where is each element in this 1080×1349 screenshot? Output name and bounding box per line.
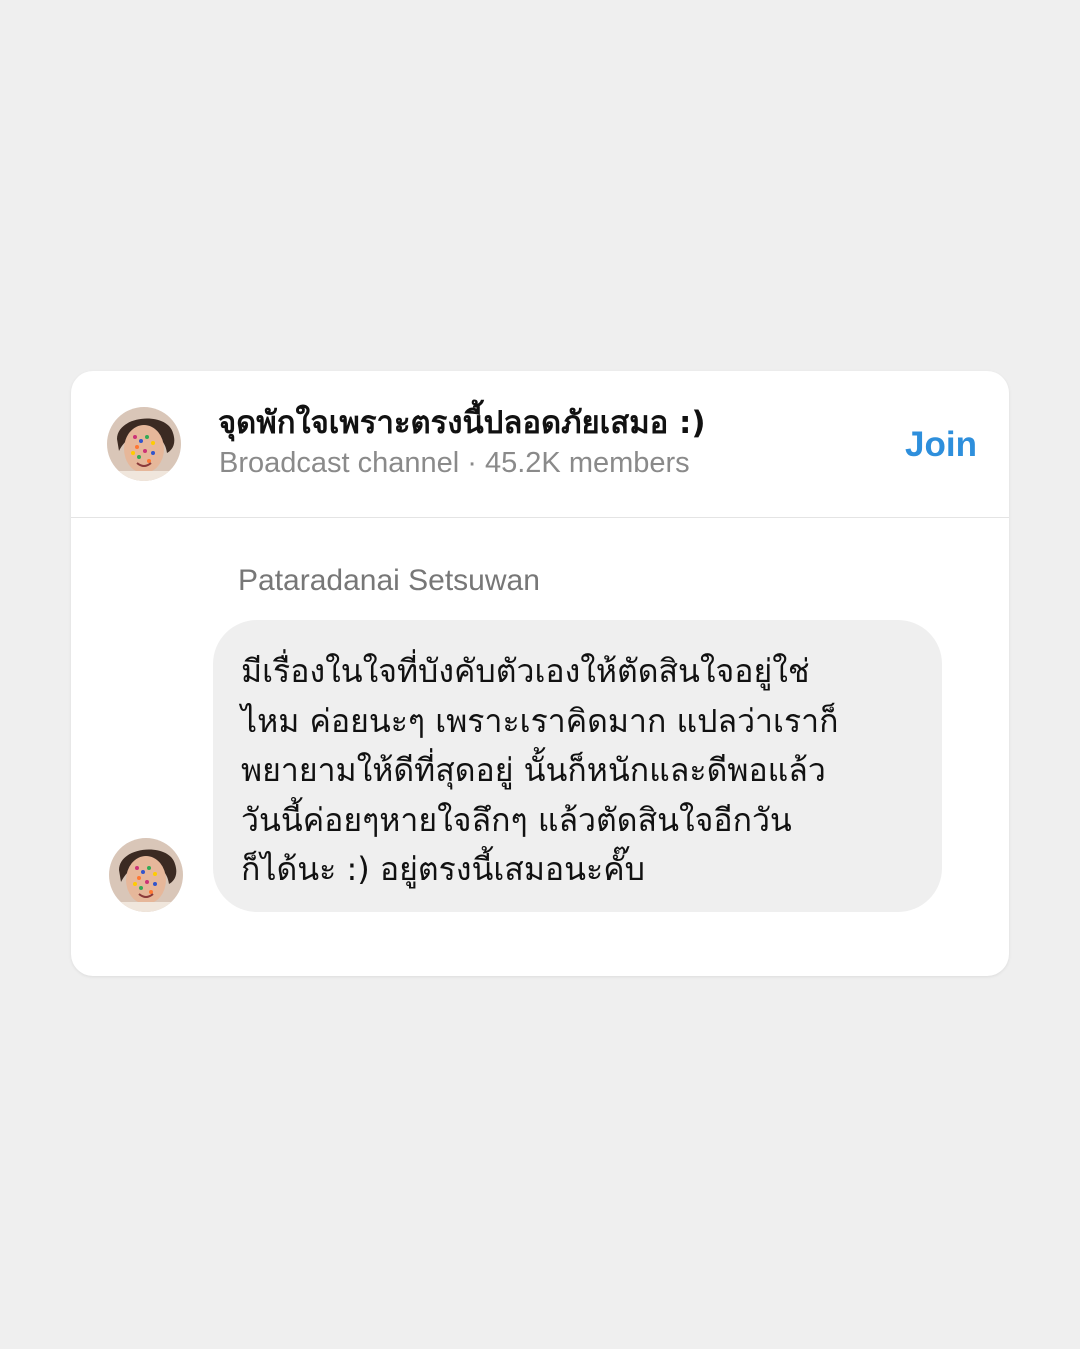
avatar-photo [107, 407, 181, 481]
join-button[interactable]: Join [905, 423, 977, 467]
message-avatar[interactable] [109, 838, 183, 912]
message-bubble[interactable]: มีเรื่องในใจที่บังคับตัวเองให้ตัดสินใจอย… [213, 620, 942, 912]
message-text: มีเรื่องในใจที่บังคับตัวเองให้ตัดสินใจอย… [241, 652, 839, 888]
sender-name: Pataradanai Setsuwan [238, 564, 540, 597]
avatar-photo [109, 838, 183, 912]
channel-title: จุดพักใจเพราะตรงนี้ปลอดภัยเสมอ :) [218, 405, 706, 441]
channel-header: จุดพักใจเพราะตรงนี้ปลอดภัยเสมอ :) Broadc… [71, 371, 1009, 518]
channel-avatar[interactable] [107, 407, 181, 481]
channel-card: จุดพักใจเพราะตรงนี้ปลอดภัยเสมอ :) Broadc… [71, 371, 1009, 976]
channel-subtitle: Broadcast channel · 45.2K members [219, 447, 690, 479]
